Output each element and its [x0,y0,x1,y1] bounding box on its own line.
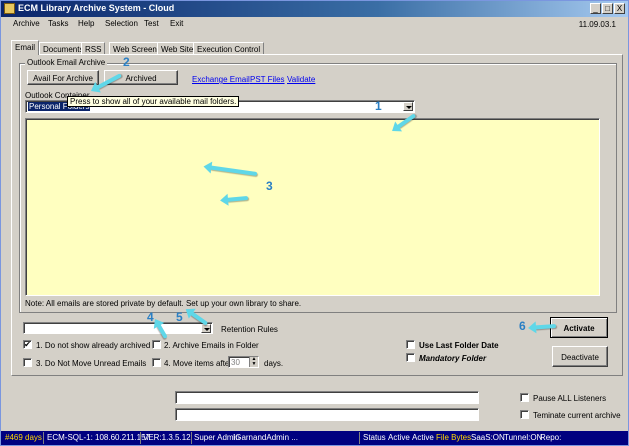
exchange-email-link[interactable]: Exchange Email [192,75,250,84]
terminate-archive-checkbox[interactable] [520,410,529,419]
version-label: 11.09.03.1 [578,20,616,29]
status-textbox-1 [175,391,479,404]
opt3-label: 3. Do Not Move Unread Emails [36,359,147,368]
app-icon [4,3,15,14]
status-user: IGarnandAdmin ... [233,433,298,442]
tab-email[interactable]: Email [11,40,40,55]
menu-exit[interactable]: Exit [170,19,183,28]
opt3-checkbox[interactable] [23,358,32,367]
status-repo: Repo: [540,433,562,442]
status-version: VER:1.3.5.12 [143,433,191,442]
days-value: 30 [231,358,240,367]
minimize-button[interactable]: _ [590,3,601,14]
status-filebytes: File Bytes [436,433,472,442]
status-days: #469 days [5,433,42,442]
status-saas: SaaS:ON [471,433,505,442]
callout-3: 3 [266,179,273,193]
activate-button[interactable]: Activate [550,317,608,338]
privacy-note: Note: All emails are stored private by d… [25,299,302,308]
close-button[interactable]: X [614,3,625,14]
callout-2: 2 [123,55,130,69]
days-label: days. [264,359,284,368]
days-stepper[interactable]: 30 ▲ ▼ [228,356,259,368]
callout-5: 5 [176,310,183,324]
callout-1: 1 [375,99,382,113]
validate-link[interactable]: Validate [287,75,315,84]
mandatory-folder-label: Mandatory Folder [419,354,487,363]
pst-files-link[interactable]: PST Files [250,75,285,84]
last-folder-date-label: Use Last Folder Date [419,341,499,350]
status-server: ECM-SQL-1: 108.60.211.157 [47,433,151,442]
opt2-label: 2. Archive Emails in Folder [164,341,259,350]
group-title: Outlook Email Archive [25,58,108,67]
opt2-checkbox[interactable] [152,340,161,349]
status-tunnel: Tunnel:ON [504,433,543,442]
stepper-arrows-icon[interactable]: ▲ ▼ [249,357,258,367]
window-title: ECM Library Archive System - Cloud [18,3,175,13]
status-label: Status [363,433,386,442]
pause-listeners-label: Pause ALL Listeners [533,394,607,403]
menu-bar: Archive Tasks Help Selection Test Exit 1… [1,17,628,31]
avail-for-archive-button[interactable]: Avail For Archive [27,70,99,85]
terminate-archive-label: Teminate current archive [533,411,621,420]
menu-selection[interactable]: Selection [105,19,138,28]
menu-test[interactable]: Test [144,19,159,28]
opt1-label: 1. Do not show already archived [36,341,151,350]
menu-archive[interactable]: Archive [13,19,40,28]
status-bar: #469 days ECM-SQL-1: 108.60.211.157 VER:… [1,431,628,445]
callout-6: 6 [519,319,526,333]
menu-tasks[interactable]: Tasks [48,19,68,28]
mandatory-folder-checkbox[interactable] [406,353,415,362]
status-active-1: Active [388,433,410,442]
pause-listeners-checkbox[interactable] [520,393,529,402]
title-bar: ECM Library Archive System - Cloud _ □ X [1,1,628,17]
maximize-button[interactable]: □ [602,3,613,14]
app-window: ECM Library Archive System - Cloud _ □ X… [0,0,629,446]
status-textbox-2 [175,408,479,421]
opt1-checkbox[interactable]: ✔ [23,340,32,349]
retention-rules-label: Retention Rules [221,325,278,334]
retention-rules-select[interactable] [23,322,213,334]
last-folder-date-checkbox[interactable] [406,340,415,349]
chevron-down-icon[interactable] [201,324,211,333]
opt4-label: 4. Move items after [164,359,233,368]
opt4-checkbox[interactable] [152,358,161,367]
tooltip: Press to show all of your available mail… [67,96,240,107]
deactivate-button[interactable]: Deactivate [552,346,608,367]
status-active-2: Active [412,433,434,442]
mail-folder-list[interactable] [25,118,600,296]
menu-help[interactable]: Help [78,19,94,28]
chevron-down-icon[interactable] [403,102,413,111]
